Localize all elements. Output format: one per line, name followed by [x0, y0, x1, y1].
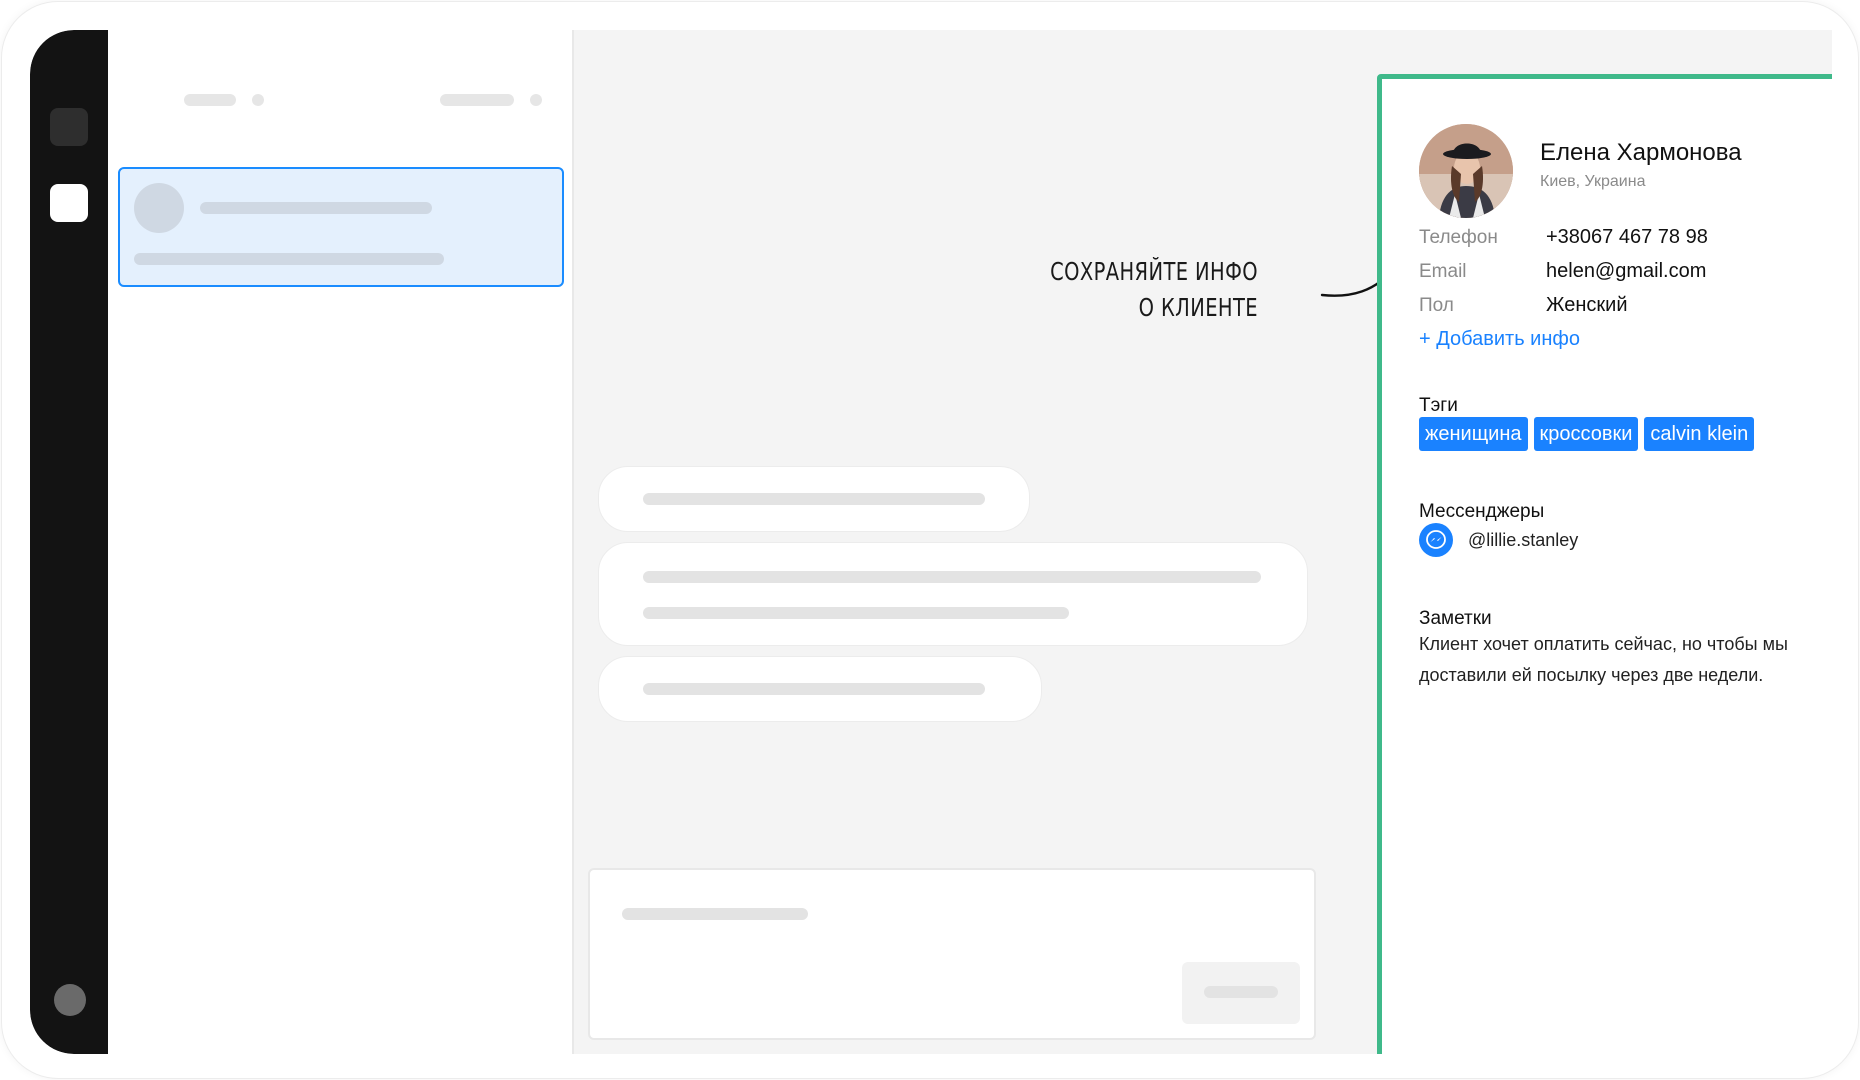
user-avatar[interactable]	[54, 984, 86, 1016]
tags-list: женищина кроссовки calvin klein	[1419, 417, 1755, 451]
client-location: Киев, Украина	[1540, 173, 1646, 190]
conversation-list	[108, 30, 574, 1054]
client-info-panel: Елена Хармонова Киев, Украина Телефон +3…	[1377, 74, 1832, 1054]
message-line-placeholder	[643, 493, 985, 505]
add-info-link[interactable]: + Добавить инфо	[1419, 328, 1580, 351]
send-button-placeholder	[1204, 986, 1278, 998]
message-composer[interactable]	[588, 868, 1316, 1040]
callout-line-1: СОХРАНЯЙТЕ ИНФО	[1050, 257, 1258, 286]
email-value[interactable]: helen@gmail.com	[1546, 260, 1706, 283]
message-bubble	[598, 466, 1030, 532]
phone-value[interactable]: +38067 467 78 98	[1546, 226, 1708, 249]
client-avatar	[1419, 124, 1513, 218]
device-frame: СОХРАНЯЙТЕ ИНФО О КЛИЕНТЕ Елена Хармонов…	[2, 2, 1858, 1078]
app-screen: СОХРАНЯЙТЕ ИНФО О КЛИЕНТЕ Елена Хармонов…	[30, 30, 1832, 1054]
list-filter-placeholder[interactable]	[440, 94, 514, 106]
tags-title: Тэги	[1419, 395, 1458, 416]
composer-placeholder-line	[622, 908, 808, 920]
email-label: Email	[1419, 261, 1467, 282]
message-line-placeholder	[643, 607, 1069, 619]
tag-chip[interactable]: кроссовки	[1533, 417, 1639, 451]
send-button[interactable]	[1182, 962, 1300, 1024]
conversation-item-selected[interactable]	[118, 167, 564, 287]
nav-item-active[interactable]	[50, 184, 88, 222]
list-filter-dot	[530, 94, 542, 106]
message-line-placeholder	[643, 571, 1261, 583]
client-photo-icon	[1419, 124, 1513, 218]
messenger-icon	[1419, 523, 1453, 557]
tag-chip[interactable]: calvin klein	[1644, 417, 1755, 451]
tag-chip[interactable]: женищина	[1419, 417, 1528, 451]
contact-avatar-placeholder	[134, 183, 184, 233]
gender-label: Пол	[1419, 295, 1454, 316]
nav-item-inactive[interactable]	[50, 108, 88, 146]
contact-name-placeholder	[200, 202, 432, 214]
gender-value[interactable]: Женский	[1546, 294, 1627, 317]
list-header-dot	[252, 94, 264, 106]
messenger-handle[interactable]: @lillie.stanley	[1468, 530, 1578, 551]
client-name: Елена Хармонова	[1540, 139, 1742, 166]
last-message-placeholder	[134, 253, 444, 265]
message-line-placeholder	[643, 683, 985, 695]
list-header-placeholder	[184, 94, 236, 106]
notes-title: Заметки	[1419, 608, 1492, 629]
messengers-title: Мессенджеры	[1419, 501, 1545, 522]
message-bubble	[598, 542, 1308, 646]
callout-line-2: О КЛИЕНТЕ	[1138, 293, 1258, 322]
message-bubble	[598, 656, 1042, 722]
phone-label: Телефон	[1419, 227, 1498, 248]
messenger-bolt-icon	[1426, 530, 1446, 549]
annotation-callout: СОХРАНЯЙТЕ ИНФО О КЛИЕНТЕ	[1008, 254, 1258, 326]
notes-text[interactable]: Клиент хочет оплатить сейчас, но чтобы м…	[1419, 629, 1804, 691]
nav-rail	[30, 30, 108, 1054]
